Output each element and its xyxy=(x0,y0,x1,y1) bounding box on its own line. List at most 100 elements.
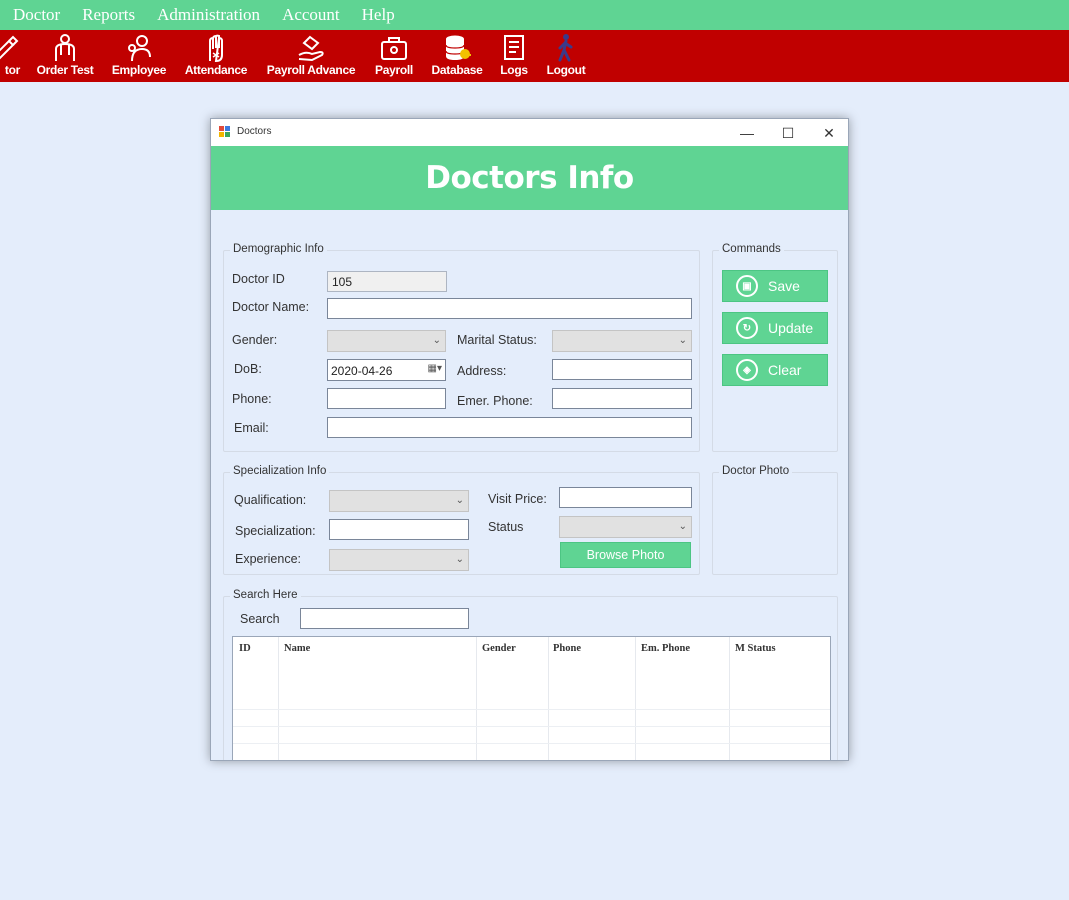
toolbar: tor Order Test Employee Attendance Payro… xyxy=(0,30,1069,82)
update-button[interactable]: ↻ Update xyxy=(722,312,828,344)
attendance-icon xyxy=(209,34,223,63)
chevron-down-icon: ⌄ xyxy=(678,521,687,532)
toolbar-label: Logs xyxy=(500,63,528,77)
form-header: Doctors Info xyxy=(211,146,848,210)
toolbar-label: Payroll xyxy=(375,63,413,77)
doctor-id-field[interactable]: 105 xyxy=(327,271,447,292)
toolbar-label: Attendance xyxy=(184,63,248,77)
status-label: Status xyxy=(488,520,524,534)
dob-label: DoB: xyxy=(234,362,262,376)
phone-field[interactable] xyxy=(327,388,446,409)
save-icon: ▣ xyxy=(736,275,758,297)
emer-phone-label: Emer. Phone: xyxy=(457,394,533,408)
doctor-name-label: Doctor Name: xyxy=(232,300,310,314)
address-field[interactable] xyxy=(552,359,692,380)
menu-reports[interactable]: Reports xyxy=(71,0,146,30)
experience-select[interactable]: ⌄ xyxy=(329,549,469,571)
group-title: Commands xyxy=(719,243,784,255)
calendar-icon[interactable]: ▦▾ xyxy=(428,363,442,374)
employee-icon xyxy=(128,35,151,62)
toolbar-label: tor xyxy=(4,63,20,77)
dob-value: 2020-04-26 xyxy=(331,364,393,378)
visit-price-field[interactable] xyxy=(559,487,692,508)
row-divider xyxy=(233,726,830,727)
toolbar-logout-button[interactable]: Logout xyxy=(543,30,589,82)
qualification-select[interactable]: ⌄ xyxy=(329,490,469,512)
experience-label: Experience: xyxy=(235,552,302,566)
toolbar-payroll-button[interactable]: Payroll xyxy=(371,30,417,82)
toolbar-label: Payroll Advance xyxy=(266,63,356,77)
row-divider xyxy=(233,743,830,744)
column-header-name[interactable]: Name xyxy=(284,643,310,654)
maximize-button[interactable]: ☐ xyxy=(773,122,803,144)
email-label: Email: xyxy=(234,421,269,435)
phone-label: Phone: xyxy=(232,392,272,406)
clear-label: Clear xyxy=(768,362,802,378)
toolbar-label: Logout xyxy=(546,63,586,77)
toolbar-label: Database xyxy=(431,63,483,77)
menu-help[interactable]: Help xyxy=(351,0,406,30)
row-divider xyxy=(233,709,830,710)
toolbar-database-button[interactable]: Database xyxy=(429,30,485,82)
gender-label: Gender: xyxy=(232,333,278,347)
email-field[interactable] xyxy=(327,417,692,438)
dob-datepicker[interactable]: 2020-04-26 ▦▾ xyxy=(327,359,446,381)
column-header-em-phone[interactable]: Em. Phone xyxy=(641,643,690,654)
save-button[interactable]: ▣ Save xyxy=(722,270,828,302)
chevron-down-icon: ⌄ xyxy=(432,335,441,346)
group-title: Specialization Info xyxy=(230,465,330,477)
doctors-table[interactable]: ID Name Gender Phone Em. Phone M Status xyxy=(232,636,831,760)
column-header-gender[interactable]: Gender xyxy=(482,643,516,654)
window-title: Doctors xyxy=(237,126,272,137)
update-label: Update xyxy=(768,320,814,336)
order-test-icon xyxy=(55,34,75,61)
status-select[interactable]: ⌄ xyxy=(559,516,692,538)
menu-administration[interactable]: Administration xyxy=(146,0,271,30)
database-icon xyxy=(445,35,471,60)
group-title: Doctor Photo xyxy=(719,465,793,477)
toolbar-logs-button[interactable]: Logs xyxy=(497,30,531,82)
toolbar-label: Order Test xyxy=(36,63,94,77)
search-input[interactable] xyxy=(300,608,469,629)
marital-status-label: Marital Status: xyxy=(457,333,537,347)
toolbar-label: Employee xyxy=(111,63,167,77)
chevron-down-icon: ⌄ xyxy=(455,554,464,565)
qualification-label: Qualification: xyxy=(234,493,307,507)
doctor-id-label: Doctor ID xyxy=(232,272,285,286)
toolbar-payroll-advance-button[interactable]: Payroll Advance xyxy=(263,30,359,82)
chevron-down-icon: ⌄ xyxy=(455,495,464,506)
toolbar-employee-button[interactable]: Employee xyxy=(109,30,169,82)
browse-photo-button[interactable]: Browse Photo xyxy=(560,542,691,568)
group-title: Search Here xyxy=(230,589,301,601)
logs-icon xyxy=(504,35,524,60)
page-title: Doctors Info xyxy=(425,160,634,196)
menu-doctor[interactable]: Doctor xyxy=(0,0,71,30)
toolbar-order-test-button[interactable]: Order Test xyxy=(34,30,96,82)
doctor-photo-group: Doctor Photo xyxy=(712,465,838,575)
toolbar-doctor-button[interactable]: tor xyxy=(0,30,20,82)
close-button[interactable]: ✕ xyxy=(814,122,844,144)
payroll-advance-icon xyxy=(298,35,324,62)
search-label: Search xyxy=(240,612,280,626)
doctor-icon xyxy=(0,35,19,60)
column-header-m-status[interactable]: M Status xyxy=(735,643,776,654)
specialization-field[interactable] xyxy=(329,519,469,540)
toolbar-attendance-button[interactable]: Attendance xyxy=(181,30,251,82)
minimize-button[interactable]: — xyxy=(732,122,762,144)
logout-icon xyxy=(558,34,573,62)
emer-phone-field[interactable] xyxy=(552,388,692,409)
doctors-window: Doctors — ☐ ✕ Doctors Info Demographic I… xyxy=(210,118,849,761)
window-titlebar[interactable]: Doctors — ☐ ✕ xyxy=(211,119,848,146)
payroll-icon xyxy=(381,37,407,60)
column-header-phone[interactable]: Phone xyxy=(553,643,581,654)
clear-button[interactable]: ◈ Clear xyxy=(722,354,828,386)
doctor-name-field[interactable] xyxy=(327,298,692,319)
refresh-icon: ↻ xyxy=(736,317,758,339)
menu-account[interactable]: Account xyxy=(271,0,351,30)
marital-status-select[interactable]: ⌄ xyxy=(552,330,692,352)
menu-bar: Doctor Reports Administration Account He… xyxy=(0,0,1069,30)
specialization-label: Specialization: xyxy=(235,524,316,538)
column-header-id[interactable]: ID xyxy=(239,643,251,654)
gender-select[interactable]: ⌄ xyxy=(327,330,446,352)
app-icon xyxy=(219,126,230,137)
